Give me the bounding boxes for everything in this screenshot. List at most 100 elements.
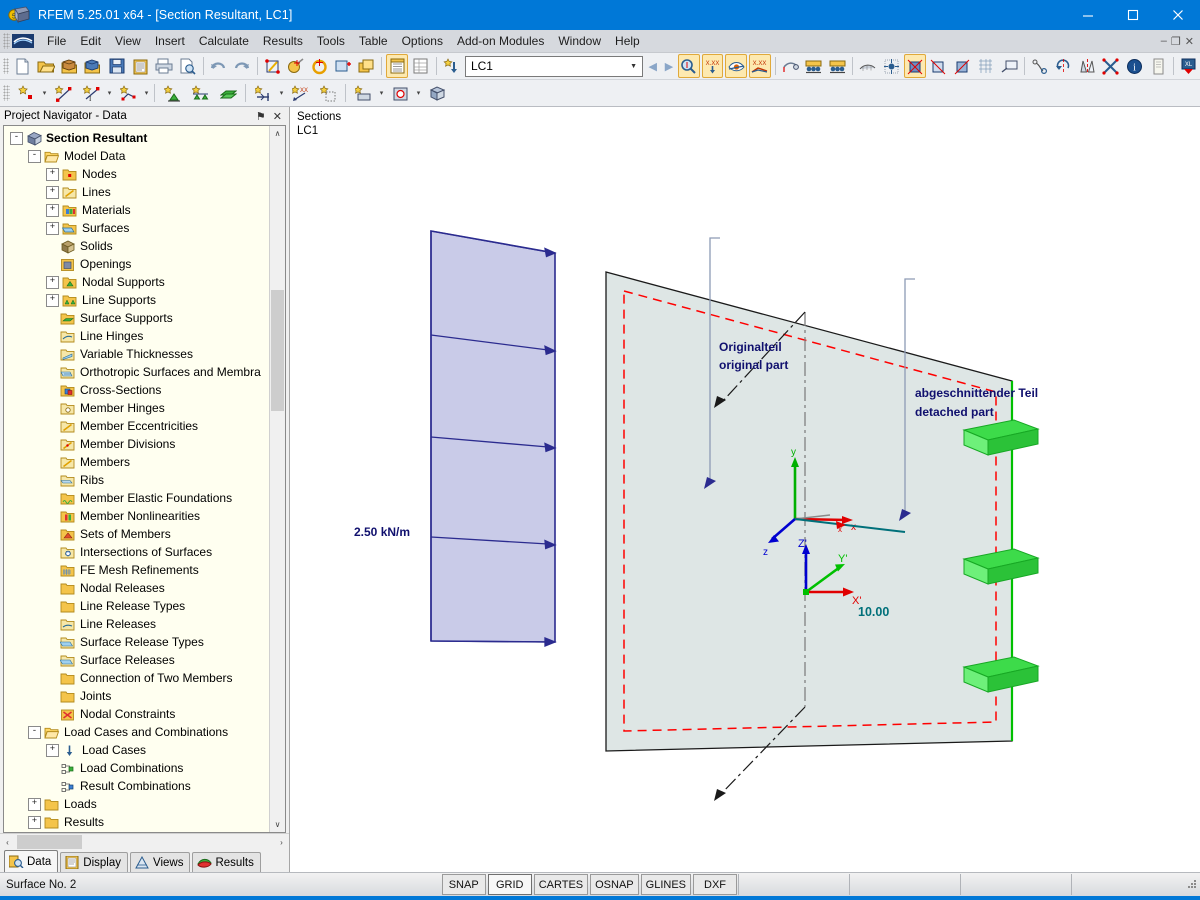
snap-toggle-glines[interactable]: GLINES — [641, 874, 691, 895]
tree-item-surface-supports[interactable]: Surface Supports — [4, 309, 269, 327]
render-shade-icon[interactable] — [952, 54, 974, 78]
tree-item-lines[interactable]: +Lines — [4, 183, 269, 201]
result-diagram-icon[interactable]: X.XX — [749, 54, 771, 78]
bearing2-icon[interactable] — [827, 54, 849, 78]
menu-edit[interactable]: Edit — [73, 32, 108, 50]
rotate-icon[interactable] — [1053, 54, 1075, 78]
tab-display[interactable]: Display — [60, 852, 128, 872]
insert-nodal-support-icon[interactable] — [159, 81, 185, 105]
save-package-icon[interactable] — [83, 54, 105, 78]
tree-item-member-nonlinearities[interactable]: Member Nonlinearities — [4, 507, 269, 525]
menu-addon-modules[interactable]: Add-on Modules — [450, 32, 551, 50]
load-wizard-icon[interactable] — [440, 54, 462, 78]
tree-item-member-hinges[interactable]: Member Hinges — [4, 399, 269, 417]
menu-results[interactable]: Results — [256, 32, 310, 50]
tree-item-surfaces[interactable]: +Surfaces — [4, 219, 269, 237]
insert-opening-icon[interactable] — [387, 81, 413, 105]
insert-solid-icon[interactable] — [424, 81, 450, 105]
insert-member-dropdown[interactable]: ▾ — [277, 82, 286, 104]
scroll-right-button[interactable]: › — [274, 835, 289, 850]
close-icon[interactable]: ✕ — [273, 110, 282, 123]
pin-icon[interactable]: ⚑ — [256, 110, 266, 123]
bearing-icon[interactable] — [803, 54, 825, 78]
tree-horizontal-scrollbar[interactable]: ‹ › — [0, 833, 289, 850]
redo-icon[interactable] — [231, 54, 253, 78]
tree-item-nodes[interactable]: +Nodes — [4, 165, 269, 183]
collapse-toggle[interactable]: - — [28, 726, 41, 739]
print-preview-icon[interactable] — [177, 54, 199, 78]
grid-view-icon[interactable] — [975, 54, 997, 78]
insert-opening-dropdown[interactable]: ▾ — [414, 82, 423, 104]
insert-node-icon[interactable] — [13, 81, 39, 105]
tree-item-member-elastic-foundations[interactable]: Member Elastic Foundations — [4, 489, 269, 507]
close-button[interactable] — [1155, 0, 1200, 30]
render-solid-icon[interactable] — [904, 54, 926, 78]
info-icon[interactable]: i — [1124, 54, 1146, 78]
menu-insert[interactable]: Insert — [148, 32, 192, 50]
vertical-scroll-thumb[interactable] — [271, 290, 284, 412]
open-file-icon[interactable] — [35, 54, 57, 78]
next-load-case-button[interactable]: ▶ — [661, 56, 677, 76]
table-grid-icon[interactable] — [410, 54, 432, 78]
tree-item-nodal-constraints[interactable]: Nodal Constraints — [4, 705, 269, 723]
horizontal-scroll-thumb[interactable] — [17, 835, 82, 849]
tree-item-surface-releases[interactable]: Surface Releases — [4, 651, 269, 669]
mdi-minimize-button[interactable]: – — [1161, 35, 1167, 48]
vertical-scroll-track[interactable] — [270, 141, 285, 817]
load-surface[interactable] — [431, 231, 555, 646]
menu-view[interactable]: View — [108, 32, 148, 50]
insert-node-dropdown[interactable]: ▾ — [40, 82, 49, 104]
mesh-points-icon[interactable] — [881, 54, 903, 78]
insert-line-icon[interactable] — [50, 81, 76, 105]
model-surface[interactable] — [606, 272, 1012, 751]
measure-icon[interactable] — [1029, 54, 1051, 78]
insert-dimension-icon[interactable]: I — [78, 81, 104, 105]
document-icon[interactable] — [1147, 54, 1169, 78]
mirror-icon[interactable] — [1076, 54, 1098, 78]
resize-grip-icon[interactable] — [1182, 878, 1200, 892]
save-icon[interactable] — [106, 54, 128, 78]
tree-item-members[interactable]: Members — [4, 453, 269, 471]
edit-surface-icon[interactable] — [261, 54, 283, 78]
tree-item-load-cases-and-combinations[interactable]: -Load Cases and Combinations — [4, 723, 269, 741]
sections-icon[interactable] — [779, 54, 801, 78]
minimize-button[interactable] — [1065, 0, 1110, 30]
insert-surface-dropdown[interactable]: ▾ — [377, 82, 386, 104]
expand-toggle[interactable]: + — [46, 204, 59, 217]
snap-toggle-snap[interactable]: SNAP — [442, 874, 486, 895]
tree-item-fe-mesh-refinements[interactable]: FE Mesh Refinements — [4, 561, 269, 579]
tree-item-ribs[interactable]: Ribs — [4, 471, 269, 489]
mdi-close-button[interactable]: ✕ — [1185, 35, 1194, 48]
tree-item-cross-sections[interactable]: Cross-Sections — [4, 381, 269, 399]
tree-item-line-supports[interactable]: +Line Supports — [4, 291, 269, 309]
expand-toggle[interactable]: + — [46, 186, 59, 199]
tree-item-results[interactable]: +Results — [4, 813, 269, 831]
tree-item-line-hinges[interactable]: Line Hinges — [4, 327, 269, 345]
insert-line-support-icon[interactable] — [187, 81, 213, 105]
node-snap-icon[interactable] — [285, 54, 307, 78]
new-window-icon[interactable] — [332, 54, 354, 78]
tree-item-intersections-of-surfaces[interactable]: Intersections of Surfaces — [4, 543, 269, 561]
tree-item-loads[interactable]: +Loads — [4, 795, 269, 813]
tree-item-solids[interactable]: Solids — [4, 237, 269, 255]
tree-item-variable-thicknesses[interactable]: Variable Thicknesses — [4, 345, 269, 363]
tree-item-member-eccentricities[interactable]: Member Eccentricities — [4, 417, 269, 435]
menu-options[interactable]: Options — [395, 32, 450, 50]
insert-dimension-dropdown[interactable]: ▾ — [105, 82, 114, 104]
mesh-icon[interactable] — [857, 54, 879, 78]
tree-item-connection-of-two-members[interactable]: Connection of Two Members — [4, 669, 269, 687]
tree-item-model-data[interactable]: -Model Data — [4, 147, 269, 165]
undo-icon[interactable] — [207, 54, 229, 78]
insert-member-xx-icon[interactable]: XX — [287, 81, 313, 105]
result-display-icon[interactable] — [725, 54, 747, 78]
insert-member-icon[interactable] — [250, 81, 276, 105]
insert-toolbar-grip[interactable] — [3, 85, 10, 101]
new-file-icon[interactable] — [12, 54, 34, 78]
insert-polyline-dropdown[interactable]: ▾ — [142, 82, 151, 104]
menu-grip-handle[interactable] — [3, 33, 10, 49]
navigator-tree[interactable]: -Section Resultant-Model Data+Nodes+Line… — [4, 126, 269, 832]
tree-item-result-combinations[interactable]: Result Combinations — [4, 777, 269, 795]
tree-vertical-scrollbar[interactable]: ∧ ∨ — [269, 126, 285, 832]
tab-data[interactable]: Data — [4, 850, 58, 872]
tree-item-joints[interactable]: Joints — [4, 687, 269, 705]
